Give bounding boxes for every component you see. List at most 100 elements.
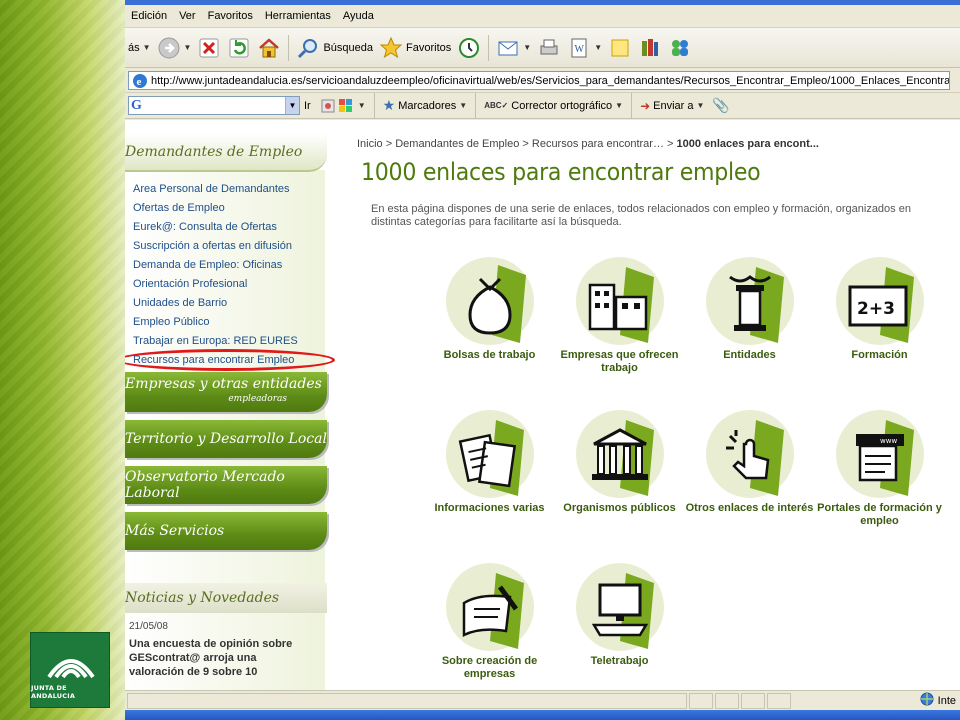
sidebar-link-area-personal[interactable]: Area Personal de Demandantes <box>133 180 323 199</box>
word-edit-button[interactable]: W ▼ <box>564 32 605 64</box>
bookmark-star-icon: ★ <box>382 97 396 113</box>
send-to-button[interactable]: ➜ Enviar a ▼ <box>636 95 708 117</box>
public-building-icon <box>570 410 670 500</box>
sidebar-link-orientacion[interactable]: Orientación Profesional <box>133 275 323 294</box>
search-button[interactable]: Búsqueda <box>293 32 376 64</box>
tile-label: Organismos públicos <box>563 502 676 514</box>
sidebar-section-empresas[interactable]: Empresas y otras entidades empleadoras <box>125 372 327 412</box>
sidebar-link-suscripcion[interactable]: Suscripción a ofertas en difusión <box>133 237 323 256</box>
highlight-annotation-oval <box>125 349 335 371</box>
sidebar-links: Area Personal de Demandantes Ofertas de … <box>133 180 323 370</box>
web-page: Demandantes de Empleo Area Personal de D… <box>125 120 960 690</box>
buildings-icon <box>570 257 670 347</box>
google-options-dropdown-icon[interactable]: ▼ <box>358 101 366 110</box>
news-headline[interactable]: Una encuesta de opinión sobre GEScontrat… <box>129 637 314 679</box>
favorites-button[interactable]: Favoritos <box>376 32 454 64</box>
mail-button[interactable]: ▼ <box>493 32 534 64</box>
sidebar-section-territorio[interactable]: Territorio y Desarrollo Local <box>125 420 327 458</box>
tile-formacion[interactable]: 2+3 Formación <box>812 257 947 362</box>
tile-empresas[interactable]: Empresas que ofrecen trabajo <box>552 257 687 375</box>
notes-button[interactable] <box>605 32 635 64</box>
sidebar-link-ofertas[interactable]: Ofertas de Empleo <box>133 199 323 218</box>
mail-dropdown-icon[interactable]: ▼ <box>523 43 531 52</box>
books-icon <box>638 36 662 60</box>
standard-toolbar: ás ▼ ▼ Búsqueda Favoritos ▼ W ▼ <box>125 28 960 68</box>
breadcrumb: Inicio > Demandantes de Empleo > Recurso… <box>357 138 819 150</box>
stop-button[interactable] <box>194 32 224 64</box>
back-dropdown-icon[interactable]: ▼ <box>143 43 151 52</box>
tile-label: Teletrabajo <box>590 655 649 667</box>
google-go-button[interactable]: Ir <box>300 95 315 117</box>
tile-teletrabajo[interactable]: Teletrabajo <box>552 563 687 668</box>
google-highlight-icon <box>337 97 355 115</box>
menu-ayuda[interactable]: Ayuda <box>337 6 380 26</box>
sidebar: Demandantes de Empleo Area Personal de D… <box>125 120 335 690</box>
sticky-note-icon <box>608 36 632 60</box>
address-input[interactable]: e http://www.juntadeandalucia.es/servici… <box>128 71 950 90</box>
google-search-dropdown-icon[interactable]: ▼ <box>285 97 299 114</box>
tile-informaciones-varias[interactable]: Informaciones varias <box>422 410 557 515</box>
sidebar-section-observatorio[interactable]: Observatorio Mercado Laboral <box>125 466 327 504</box>
print-button[interactable] <box>534 32 564 64</box>
tile-entidades[interactable]: Entidades <box>682 257 817 362</box>
spellcheck-dropdown-icon: ▼ <box>615 101 624 110</box>
sidebar-link-demanda[interactable]: Demanda de Empleo: Oficinas <box>133 256 323 275</box>
tile-organismos-publicos[interactable]: Organismos públicos <box>552 410 687 515</box>
tile-otros-enlaces[interactable]: Otros enlaces de interés <box>682 410 817 515</box>
home-icon <box>257 36 281 60</box>
google-search-box[interactable]: G ▼ <box>128 96 300 115</box>
bookmarks-dropdown-icon: ▼ <box>459 101 468 110</box>
spellcheck-button[interactable]: ABC✓ Corrector ortográfico ▼ <box>480 95 627 117</box>
status-cell <box>689 692 713 709</box>
forward-button[interactable]: ▼ <box>154 32 195 64</box>
sidebar-section-mas-servicios[interactable]: Más Servicios <box>125 512 327 550</box>
paperclip-button[interactable]: 📎 <box>708 95 733 117</box>
spellcheck-label: Corrector ortográfico <box>511 99 613 112</box>
tile-label: Empresas que ofrecen trabajo <box>560 349 679 374</box>
scroll-pen-icon <box>440 563 540 653</box>
sidebar-header-demandantes[interactable]: Demandantes de Empleo <box>125 134 327 172</box>
send-arrow-icon: ➜ <box>640 98 651 113</box>
search-icon <box>296 36 320 60</box>
bookmarks-button[interactable]: ★ Marcadores ▼ <box>379 95 472 117</box>
forward-dropdown-icon[interactable]: ▼ <box>184 43 192 52</box>
back-button[interactable]: ás ▼ <box>125 32 154 64</box>
breadcrumb-path[interactable]: Inicio > Demandantes de Empleo > Recurso… <box>357 138 676 150</box>
main-content: Inicio > Demandantes de Empleo > Recurso… <box>357 120 960 690</box>
tile-bolsas-trabajo[interactable]: Bolsas de trabajo <box>422 257 557 362</box>
research-button[interactable] <box>635 32 665 64</box>
back-button-label: ás <box>128 41 140 54</box>
internet-globe-icon <box>920 692 934 709</box>
status-zone-label: Inte <box>937 694 956 707</box>
google-options-button[interactable]: ▼ <box>315 95 370 117</box>
home-button[interactable] <box>254 32 284 64</box>
menu-ver[interactable]: Ver <box>173 6 202 26</box>
history-button[interactable] <box>454 32 484 64</box>
sidebar-link-eureka[interactable]: Eurek@: Consulta de Ofertas <box>133 218 323 237</box>
status-zone: Inte <box>920 692 960 709</box>
messenger-button[interactable] <box>665 32 695 64</box>
menu-herramientas[interactable]: Herramientas <box>259 6 337 26</box>
status-message <box>127 692 687 709</box>
sidebar-link-empleo-publico[interactable]: Empleo Público <box>133 313 323 332</box>
documents-icon <box>440 410 540 500</box>
tile-label: Portales de formación y empleo <box>817 502 942 527</box>
stop-icon <box>197 36 221 60</box>
toolbar-separator <box>288 34 290 61</box>
tile-portales[interactable]: www Portales de formación y empleo <box>812 410 947 528</box>
svg-text:e: e <box>137 76 142 88</box>
sidebar-link-unidades-barrio[interactable]: Unidades de Barrio <box>133 294 323 313</box>
address-url: http://www.juntadeandalucia.es/servicioa… <box>151 74 950 87</box>
tile-creacion-empresas[interactable]: Sobre creación de empresas <box>422 563 557 681</box>
column-icon <box>700 257 800 347</box>
google-toolbar: G ▼ Ir ▼ ★ Marcadores ▼ ABC✓ Corrector o… <box>125 92 960 119</box>
printer-icon <box>537 36 561 60</box>
svg-text:W: W <box>575 44 585 55</box>
star-icon <box>379 36 403 60</box>
menu-edicion[interactable]: Edición <box>125 6 173 26</box>
send-to-dropdown-icon: ▼ <box>696 101 705 110</box>
edit-dropdown-icon[interactable]: ▼ <box>594 43 602 52</box>
menu-favoritos[interactable]: Favoritos <box>202 6 259 26</box>
refresh-button[interactable] <box>224 32 254 64</box>
toolbar-separator <box>475 92 477 119</box>
